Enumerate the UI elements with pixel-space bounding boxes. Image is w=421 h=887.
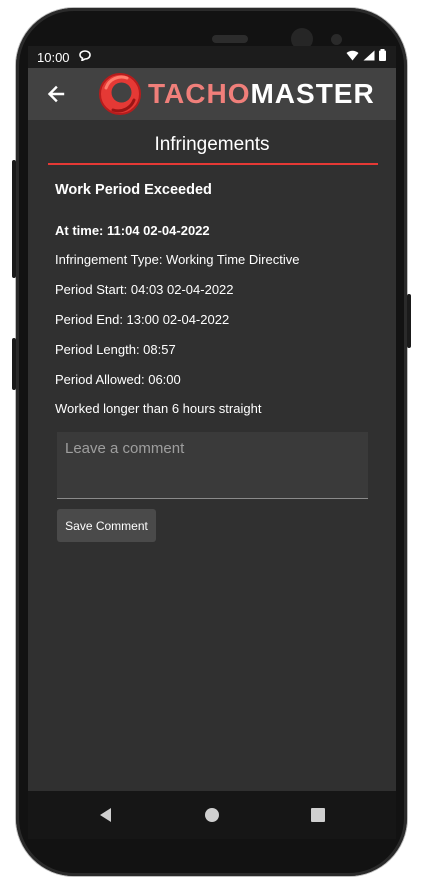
- infringement-time: At time: 11:04 02-04-2022: [55, 223, 210, 238]
- app-bar: TACHOMASTER: [28, 68, 396, 120]
- period-length: Period Length: 08:57: [55, 342, 176, 357]
- power-button: [407, 294, 411, 348]
- period-start: Period Start: 04:03 02-04-2022: [55, 282, 234, 297]
- infringement-description: Worked longer than 6 hours straight: [55, 401, 262, 416]
- home-circle-icon[interactable]: [200, 803, 224, 827]
- title-divider: [48, 163, 378, 165]
- period-end: Period End: 13:00 02-04-2022: [55, 312, 230, 327]
- infringement-heading: Work Period Exceeded: [55, 182, 212, 198]
- volume-button: [12, 160, 16, 278]
- status-time: 10:00: [37, 50, 70, 65]
- status-icons: [346, 49, 386, 61]
- recents-square-icon[interactable]: [306, 803, 330, 827]
- signal-icon: [363, 50, 375, 60]
- save-comment-button[interactable]: Save Comment: [57, 509, 156, 542]
- period-allowed: Period Allowed: 06:00: [55, 372, 181, 387]
- infringement-type: Infringement Type: Working Time Directiv…: [55, 252, 300, 267]
- logo-text-master: MASTER: [250, 78, 375, 109]
- chat-bubble-icon: [79, 50, 91, 64]
- battery-icon: [379, 49, 386, 61]
- bixby-button: [12, 338, 16, 390]
- earpiece-speaker: [212, 35, 248, 43]
- status-bar: 10:00: [28, 46, 396, 68]
- back-button[interactable]: [42, 79, 72, 109]
- system-nav-bar: [28, 791, 396, 839]
- app-screen: 10:00 TACHOMASTER Infringements Work Per…: [28, 46, 396, 791]
- arrow-left-icon: [47, 85, 65, 103]
- logo-ring-icon: [99, 73, 141, 115]
- wifi-icon: [346, 50, 359, 60]
- logo-text-tacho: TACHO: [148, 78, 251, 109]
- tachomaster-logo: TACHOMASTER: [96, 70, 375, 118]
- comment-input[interactable]: [57, 432, 368, 498]
- back-triangle-icon[interactable]: [94, 803, 118, 827]
- comment-field[interactable]: [57, 432, 368, 499]
- page-title: Infringements: [154, 134, 270, 155]
- proximity-sensor: [331, 34, 342, 45]
